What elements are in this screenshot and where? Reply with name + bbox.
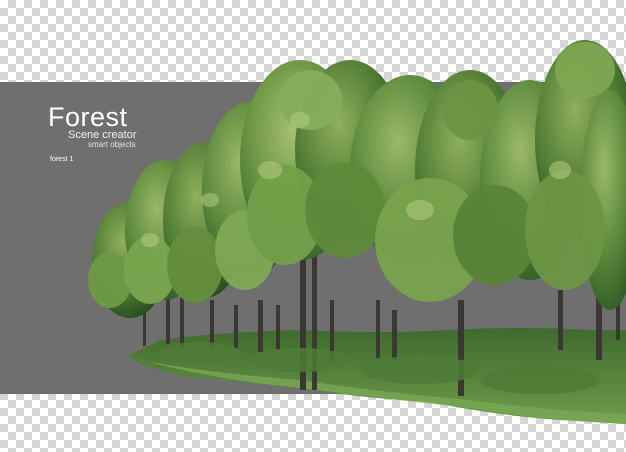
forest-illustration [88,40,626,424]
